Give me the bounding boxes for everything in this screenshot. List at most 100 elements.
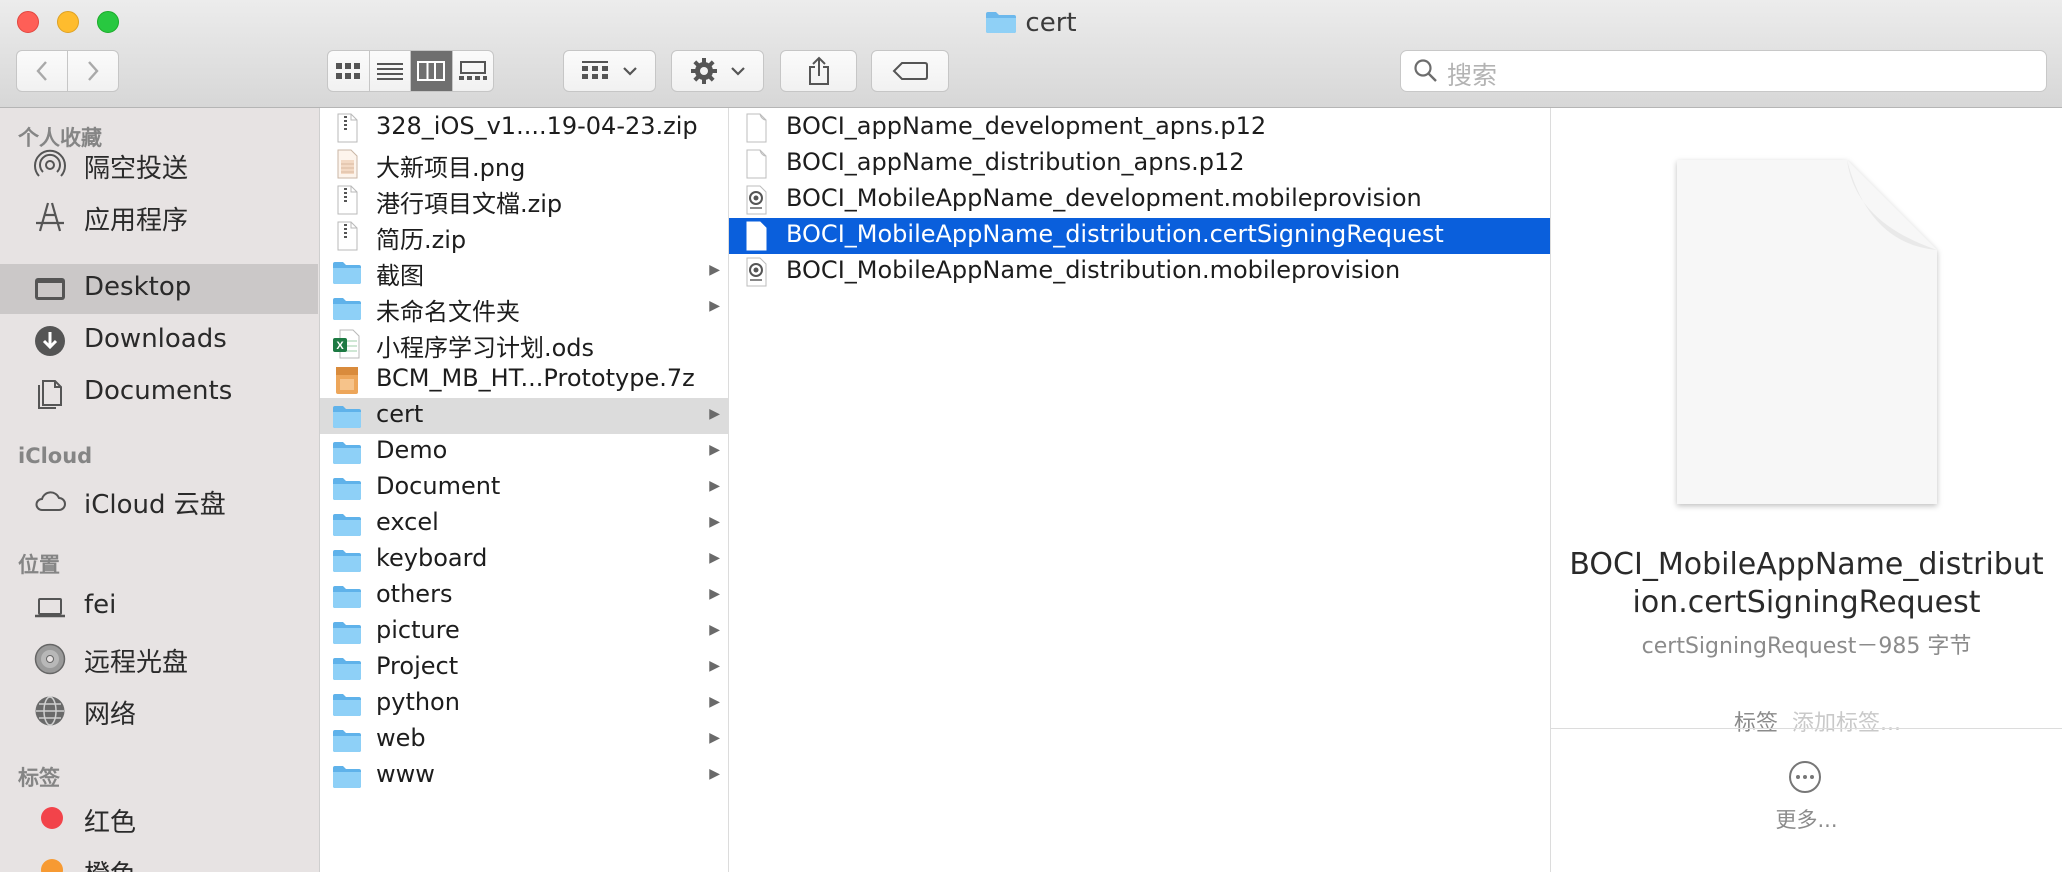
sidebar-item-tag-red[interactable]: 红色: [0, 794, 318, 844]
list-item[interactable]: BOCI_MobileAppName_distribution.certSign…: [729, 218, 1550, 254]
folder-icon: [986, 12, 1017, 33]
list-item[interactable]: BOCI_appName_distribution_apns.p12: [729, 146, 1550, 182]
airdrop-icon: [34, 149, 66, 177]
sidebar-item-label: 远程光盘: [84, 648, 189, 678]
list-item[interactable]: 大新项目.png: [320, 146, 728, 182]
file-name: 未命名文件夹: [376, 298, 520, 326]
group-by-button[interactable]: [563, 50, 656, 92]
list-item[interactable]: web ▶: [320, 722, 728, 758]
tag-orange-dot: [41, 859, 63, 872]
list-item[interactable]: 简历.zip: [320, 218, 728, 254]
file-name: excel: [376, 508, 439, 536]
list-item[interactable]: 截图 ▶: [320, 254, 728, 290]
icon-view-button[interactable]: [328, 51, 370, 91]
file-name: BOCI_MobileAppName_distribution.mobilepr…: [786, 256, 1401, 284]
network-icon: [35, 696, 65, 726]
disclosure-arrow-icon: ▶: [709, 622, 720, 638]
image-file-icon: [332, 149, 362, 179]
document-icon: [741, 149, 771, 179]
navigation-buttons: [16, 50, 119, 92]
file-name: BCM_MB_HT...Prototype.7z: [376, 364, 695, 392]
list-item[interactable]: 328_iOS_v1....19-04-23.zip: [320, 110, 728, 146]
folder-icon: [332, 401, 362, 431]
more-button[interactable]: 更多...: [1551, 804, 2062, 834]
file-name: 截图: [376, 262, 424, 290]
file-name: www: [376, 760, 435, 788]
document-preview-icon: [1677, 160, 1937, 504]
svg-text:X: X: [336, 340, 344, 352]
list-view-button[interactable]: [370, 51, 411, 91]
document-icon: [741, 221, 771, 251]
list-item[interactable]: keyboard ▶: [320, 542, 728, 578]
file-name: BOCI_appName_distribution_apns.p12: [786, 148, 1245, 176]
list-item[interactable]: cert ▶: [320, 398, 728, 434]
list-item[interactable]: BOCI_MobileAppName_distribution.mobilepr…: [729, 254, 1550, 290]
share-button[interactable]: [780, 50, 857, 92]
ellipsis-circle-icon[interactable]: [1788, 760, 1822, 794]
file-name: BOCI_MobileAppName_distribution.certSign…: [786, 220, 1444, 248]
disclosure-arrow-icon: ▶: [709, 406, 720, 422]
sidebar-item-label: Downloads: [84, 324, 227, 354]
disclosure-arrow-icon: ▶: [709, 730, 720, 746]
preview-file-name: BOCI_MobileAppName_distribut ion.certSig…: [1551, 546, 2062, 622]
list-item[interactable]: picture ▶: [320, 614, 728, 650]
back-button[interactable]: [17, 51, 68, 91]
sidebar-item-documents[interactable]: Documents: [0, 368, 318, 418]
tag-red-dot: [41, 807, 63, 829]
cloud-icon: [35, 491, 66, 511]
folder-icon: [332, 545, 362, 575]
sidebar-item-icloud-drive[interactable]: iCloud 云盘: [0, 476, 318, 526]
list-item[interactable]: python ▶: [320, 686, 728, 722]
file-name: keyboard: [376, 544, 488, 572]
sidebar-item-tag-orange[interactable]: 橙色: [0, 846, 318, 872]
provision-icon: [741, 185, 771, 215]
edit-tags-button[interactable]: [871, 50, 949, 92]
zip-icon: [332, 221, 362, 251]
list-item[interactable]: X 小程序学习计划.ods: [320, 326, 728, 362]
action-button[interactable]: [671, 50, 764, 92]
list-item[interactable]: 港行項目文檔.zip: [320, 182, 728, 218]
forward-button[interactable]: [68, 51, 119, 91]
sidebar-item-remote-disc[interactable]: 远程光盘: [0, 634, 318, 684]
list-item[interactable]: BOCI_appName_development_apns.p12: [729, 110, 1550, 146]
file-name: 小程序学习计划.ods: [376, 334, 595, 362]
sidebar-item-label: iCloud 云盘: [84, 490, 226, 520]
sidebar-item-applications[interactable]: 应用程序: [0, 192, 318, 242]
list-item[interactable]: Document ▶: [320, 470, 728, 506]
column-view-button[interactable]: [411, 51, 453, 91]
sidebar-item-downloads[interactable]: Downloads: [0, 316, 318, 366]
preview-file-name-line2: ion.certSigningRequest: [1632, 585, 1981, 620]
list-item[interactable]: excel ▶: [320, 506, 728, 542]
share-icon: [808, 56, 829, 85]
list-item[interactable]: 未命名文件夹 ▶: [320, 290, 728, 326]
sidebar-item-airdrop[interactable]: 隔空投送: [0, 140, 318, 190]
cert-column: BOCI_appName_development_apns.p12 BOCI_ap…: [729, 108, 1551, 872]
downloads-icon: [35, 326, 65, 356]
preview-file-name-line1: BOCI_MobileAppName_distribut: [1569, 547, 2044, 582]
folder-icon: [332, 257, 362, 287]
tag-icon: [892, 62, 928, 80]
list-item[interactable]: Demo ▶: [320, 434, 728, 470]
folder-icon: [332, 617, 362, 647]
sidebar-item-label: fei: [84, 590, 117, 620]
add-tags-field[interactable]: 添加标签...: [1792, 711, 1901, 736]
sidebar-item-fei[interactable]: fei: [0, 582, 318, 632]
gallery-view-button[interactable]: [453, 51, 494, 91]
list-item[interactable]: Project ▶: [320, 650, 728, 686]
disclosure-arrow-icon: ▶: [709, 694, 720, 710]
spreadsheet-icon: X: [332, 329, 362, 359]
folder-icon: [332, 473, 362, 503]
sidebar: 个人收藏 隔空投送 应用程序 Desktop Downloads Documen…: [0, 108, 320, 872]
search-field[interactable]: 搜索: [1400, 50, 2047, 92]
list-item[interactable]: others ▶: [320, 578, 728, 614]
sidebar-item-label: Desktop: [84, 272, 192, 302]
file-name: Project: [376, 652, 459, 680]
list-item[interactable]: BCM_MB_HT...Prototype.7z: [320, 362, 728, 398]
folder-icon: [332, 437, 362, 467]
list-item[interactable]: www ▶: [320, 758, 728, 794]
sidebar-item-desktop[interactable]: Desktop: [0, 264, 318, 314]
disclosure-arrow-icon: ▶: [709, 262, 720, 278]
chevron-left-icon: [36, 61, 47, 81]
list-item[interactable]: BOCI_MobileAppName_development.mobilepro…: [729, 182, 1550, 218]
sidebar-item-network[interactable]: 网络: [0, 686, 318, 736]
